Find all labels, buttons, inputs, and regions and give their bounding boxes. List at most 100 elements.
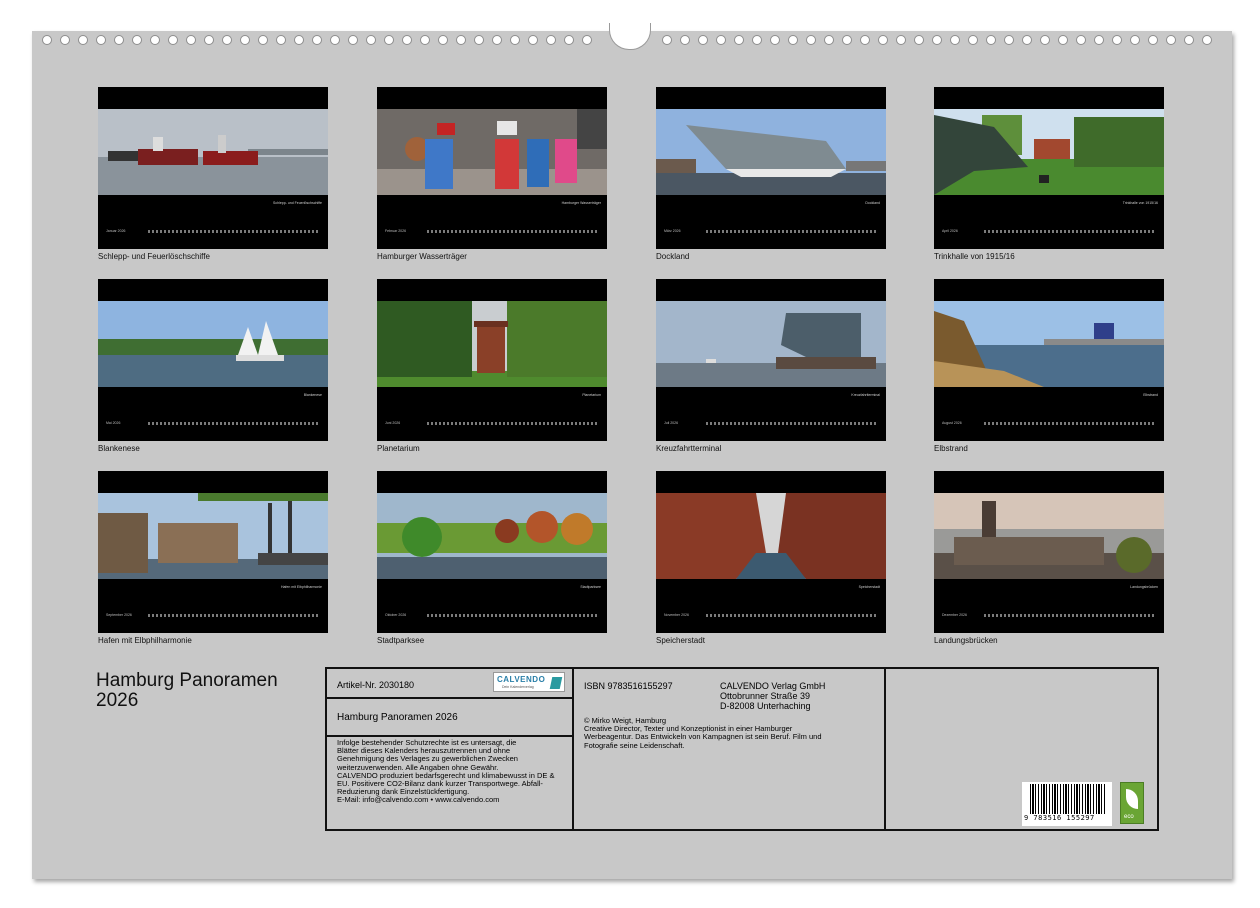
month-caption: Stadtparksee	[377, 636, 425, 645]
publisher-line: CALVENDO Verlag GmbH	[720, 681, 826, 691]
title-row: Hamburg Panoramen 2026	[327, 699, 572, 737]
month-label: November 2026	[664, 613, 689, 617]
month-thumbnail-february: Hamburger Wasserträger Februar 2026 Hamb…	[377, 87, 607, 261]
logo-mark-icon	[549, 677, 563, 689]
month-thumbnail-march: Dockland März 2026 Dockland	[656, 87, 886, 261]
photo-label: Kreuzfahrtterminal	[851, 393, 880, 397]
legal-line: E-Mail: info@calvendo.com • www.calvendo…	[337, 795, 500, 805]
photo-planetarium	[377, 301, 607, 387]
article-row: Artikel-Nr. 2030180 CALVENDO Dein Kalend…	[327, 669, 572, 699]
month-thumbnail-september: Hafen mit Elbphilharmonie September 2026…	[98, 471, 328, 645]
month-thumbnail-july: Kreuzfahrtterminal Juli 2026 Kreuzfahrtt…	[656, 279, 886, 453]
publisher-line: Ottobrunner Straße 39	[720, 691, 811, 701]
date-strip: Februar 2026	[385, 228, 599, 234]
month-caption: Schlepp- und Feuerlöschschiffe	[98, 252, 210, 261]
calendar-name: Hamburg Panoramen 2026	[337, 712, 458, 723]
legal-notice: Infolge bestehender Schutzrechte ist es …	[337, 738, 569, 805]
barcode-digits: 9 783516 155297	[1024, 814, 1095, 822]
month-caption: Hafen mit Elbphilharmonie	[98, 636, 192, 645]
month-thumbnail-august: Elbstrand August 2026 Elbstrand	[934, 279, 1164, 453]
date-strip: Mai 2026	[106, 420, 320, 426]
month-page: Speicherstadt November 2026	[656, 471, 886, 633]
photo-label: Dockland	[865, 201, 880, 205]
photo-city-park-lake	[377, 493, 607, 579]
logo-brand: CALVENDO	[497, 675, 546, 684]
month-page: Kreuzfahrtterminal Juli 2026	[656, 279, 886, 441]
month-caption: Hamburger Wasserträger	[377, 252, 467, 261]
month-page: Schlepp- und Feuerlöschschiffe Januar 20…	[98, 87, 328, 249]
month-caption: Landungsbrücken	[934, 636, 998, 645]
photo-water-carrier-statues	[377, 109, 607, 195]
date-strip: Oktober 2026	[385, 612, 599, 618]
info-box: Artikel-Nr. 2030180 CALVENDO Dein Kalend…	[325, 667, 1159, 831]
month-label: August 2026	[942, 421, 962, 425]
date-strip: Juni 2026	[385, 420, 599, 426]
logo-tagline: Dein Kalenderverlag	[502, 685, 534, 689]
month-thumbnail-november: Speicherstadt November 2026 Speicherstad…	[656, 471, 886, 645]
date-strip: Juli 2026	[664, 420, 878, 426]
eco-label: eco	[1124, 814, 1134, 820]
month-caption: Kreuzfahrtterminal	[656, 444, 722, 453]
month-thumbnail-october: Stadtparksee Oktober 2026 Stadtparksee	[377, 471, 607, 645]
month-label: Februar 2026	[385, 229, 407, 233]
info-column-article: Artikel-Nr. 2030180 CALVENDO Dein Kalend…	[327, 669, 574, 829]
photo-harbour-elbphilharmonie	[98, 493, 328, 579]
title-year: 2026	[96, 690, 139, 711]
month-label: Juli 2026	[664, 421, 679, 425]
photo-label: Schlepp- und Feuerlöschschiffe	[273, 201, 322, 205]
photo-label: Speicherstadt	[858, 585, 880, 589]
month-label: Mai 2026	[106, 421, 121, 425]
month-label: März 2026	[664, 229, 681, 233]
photo-dockland	[656, 109, 886, 195]
photo-landungsbruecken	[934, 493, 1164, 579]
month-page: Elbstrand August 2026	[934, 279, 1164, 441]
date-strip: Dezember 2026	[942, 612, 1156, 618]
month-page: Blankenese Mai 2026	[98, 279, 328, 441]
month-label: April 2026	[942, 229, 958, 233]
isbn: ISBN 9783516155297	[584, 681, 673, 691]
date-strip: Januar 2026	[106, 228, 320, 234]
month-page: Hafen mit Elbphilharmonie September 2026	[98, 471, 328, 633]
month-label: Dezember 2026	[942, 613, 967, 617]
month-caption: Speicherstadt	[656, 636, 705, 645]
photo-cruise-terminal	[656, 301, 886, 387]
month-caption: Elbstrand	[934, 444, 968, 453]
publisher-address: CALVENDO Verlag GmbH Ottobrunner Straße 3…	[720, 681, 825, 711]
calvendo-logo: CALVENDO Dein Kalenderverlag	[493, 672, 565, 692]
month-caption: Blankenese	[98, 444, 140, 453]
eco-leaf-icon: eco	[1120, 782, 1144, 824]
author-bio: © Mirko Weigt, Hamburg Creative Director,…	[584, 716, 821, 750]
month-page: Planetarium Juni 2026	[377, 279, 607, 441]
month-caption: Planetarium	[377, 444, 420, 453]
month-page: Hamburger Wasserträger Februar 2026	[377, 87, 607, 249]
title-line: Hamburg Panoramen	[96, 670, 278, 691]
month-page: Trinkhalle von 1915/16 April 2026	[934, 87, 1164, 249]
photo-label: Hamburger Wasserträger	[561, 201, 601, 205]
calendar-title: Hamburg Panoramen 2026	[96, 671, 278, 711]
month-page: Landungsbrücken Dezember 2026	[934, 471, 1164, 633]
date-strip: April 2026	[942, 228, 1156, 234]
photo-label: Blankenese	[303, 393, 322, 397]
month-page: Dockland März 2026	[656, 87, 886, 249]
barcode-bars	[1030, 784, 1106, 814]
month-label: Oktober 2026	[385, 613, 407, 617]
publisher-line: D-82008 Unterhaching	[720, 701, 811, 711]
info-column-publisher: ISBN 9783516155297 CALVENDO Verlag GmbH O…	[574, 669, 886, 829]
month-thumbnail-april: Trinkhalle von 1915/16 April 2026 Trinkh…	[934, 87, 1164, 261]
photo-drinking-hall	[934, 109, 1164, 195]
photo-label: Planetarium	[582, 393, 601, 397]
month-thumbnail-january: Schlepp- und Feuerlöschschiffe Januar 20…	[98, 87, 328, 261]
date-strip: März 2026	[664, 228, 878, 234]
date-strip: November 2026	[664, 612, 878, 618]
date-strip: August 2026	[942, 420, 1156, 426]
author-line: Fotografie seine Leidenschaft.	[584, 740, 685, 750]
month-caption: Dockland	[656, 252, 690, 261]
barcode: 9 783516 155297	[1022, 782, 1112, 826]
month-page: Stadtparksee Oktober 2026	[377, 471, 607, 633]
photo-label: Landungsbrücken	[1130, 585, 1158, 589]
photo-blankenese-sailboat	[98, 301, 328, 387]
month-caption: Trinkhalle von 1915/16	[934, 252, 1015, 261]
article-number: Artikel-Nr. 2030180	[337, 680, 415, 690]
photo-label: Trinkhalle von 1915/16	[1122, 201, 1158, 205]
photo-speicherstadt	[656, 493, 886, 579]
